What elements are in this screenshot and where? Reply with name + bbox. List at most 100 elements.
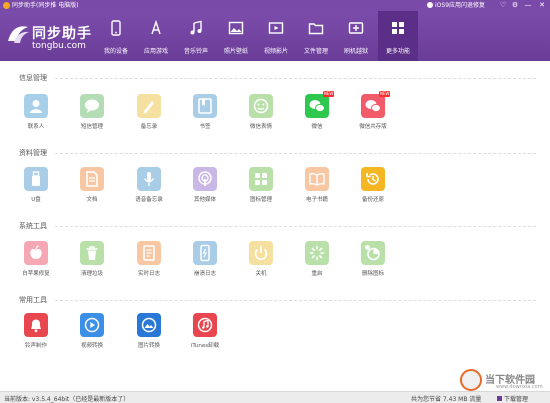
tile-ebooks[interactable]: 电子书籍 [292,167,342,209]
nav-label: 照片壁纸 [223,48,248,55]
tile-wechat[interactable]: NEW 微信 [292,91,342,136]
tile-label: 清理垃圾 [80,271,103,277]
close-button[interactable]: ✕ [537,0,547,11]
tile-contacts[interactable]: 联系人 [11,94,61,136]
section-title-data-management: 资料管理 [19,149,47,157]
downxia-logo-icon [460,369,482,391]
power-icon [249,241,273,265]
tile-label: 书签 [199,124,211,130]
nav-label: 视频影片 [263,48,288,55]
tile-label: 备份还原 [361,197,384,203]
section-title-common-tools: 常用工具 [19,296,47,304]
nav-file-management[interactable]: 文件管理 [296,11,336,61]
tile-sms-management[interactable]: 短信管理 [67,94,117,136]
tile-label: 重启 [311,271,323,277]
nav-more-features[interactable]: 更多功能 [378,11,418,61]
tile-white-apple-repair[interactable]: 白苹果修复 [11,241,61,283]
tongbu-logo-icon [8,26,29,43]
tile-label: 图片转换 [137,343,160,349]
memo-icon [137,94,161,118]
music-icon [190,20,202,35]
tile-wechat-emoji[interactable]: 微信表情 [236,94,286,136]
nav-flash-jailbreak[interactable]: 刷机越狱 [336,11,376,61]
tile-label: 白苹果修复 [22,271,50,277]
tile-label: 联系人 [27,124,45,130]
tile-video-converter[interactable]: 视频转换 [67,313,117,355]
main-content: 信息管理 联系人 短信管理 备忘录 书签 微信表情 NEW 微信 NEW 微信共… [0,61,550,391]
tile-other-media[interactable]: 其他媒体 [180,167,230,209]
tile-label: 微信共存版 [359,124,387,130]
delete-icon-icon [361,241,385,265]
ios9-crash-fix-link[interactable]: iOS9应用闪退修复 [427,1,485,10]
tile-restart[interactable]: 重启 [292,241,342,283]
tile-voice-memos[interactable]: 语音备忘录 [124,167,174,209]
tile-label: 关机 [255,271,267,277]
tile-label: iTunes卸载 [190,343,220,349]
nav-photos-wallpapers[interactable]: 照片壁纸 [216,11,256,61]
tile-image-converter[interactable]: 图片转换 [124,313,174,355]
tile-delete-icons[interactable]: 删除图标 [348,241,398,283]
nav-label: 音乐铃声 [183,48,208,55]
new-badge: NEW [323,91,335,97]
downxia-watermark: 当下软件园 www.downxia.com [460,369,548,393]
bookmark-icon [193,94,217,118]
nav-label: 我的设备 [103,48,128,55]
section-title-info-management: 信息管理 [19,74,47,82]
tile-wechat-dual[interactable]: NEW 微信共存版 [348,91,398,136]
section-divider [55,78,536,79]
usb-icon [24,167,48,191]
podcast-icon [193,167,217,191]
tile-documents[interactable]: 文档 [67,167,117,209]
title-bar: 同步助手(同步推 电脑版) iOS9应用闪退修复 ♡ ⚙ — ✕ [0,0,550,11]
folder-icon [308,23,324,35]
tile-usb-drive[interactable]: U盘 [11,167,61,209]
nav-apps-games[interactable]: 应用游戏 [136,11,176,61]
tile-crash-log[interactable]: 崩溃日志 [180,241,230,283]
tile-label: 电子书籍 [305,197,328,203]
traffic-saved-text: 共为您节省 7.43 MB 流量 [411,396,482,403]
tile-icon-management[interactable]: 图标管理 [236,167,286,209]
tile-label: 删除图标 [361,271,384,277]
nav-label: 应用游戏 [143,48,168,55]
brand-name: 同步助手 [32,26,92,42]
tile-realtime-log[interactable]: 实时日志 [124,241,174,283]
section-title-system-tools: 系统工具 [19,222,47,230]
status-bar: 当前版本: v3.5.4_64bit（已经是最新版本了） 共为您节省 7.43 … [0,391,550,403]
photo-icon [228,21,244,35]
device-icon [111,20,121,36]
nav-music-ringtones[interactable]: 音乐铃声 [176,11,216,61]
download-manager-button[interactable]: 下载管理 [497,394,528,403]
brand-logo: 同步助手 tongbu.com [6,19,102,53]
contact-icon [24,94,48,118]
window-title: 同步助手(同步推 电脑版) [12,2,79,9]
nav-videos[interactable]: 视频影片 [256,11,296,61]
tile-clean-junk[interactable]: 清理垃圾 [67,241,117,283]
message-icon [80,94,104,118]
tile-label: 视频转换 [80,343,103,349]
minimize-button[interactable]: — [523,0,533,11]
tile-ringtone-maker[interactable]: 铃声制作 [11,313,61,355]
grid-icon [392,22,404,34]
ebook-icon [305,167,329,191]
tile-shutdown[interactable]: 关机 [236,241,286,283]
new-badge: NEW [379,91,391,97]
wechat-icon [305,94,329,118]
tile-itunes-uninstall[interactable]: iTunes卸载 [180,313,230,355]
itunes-icon [193,313,217,337]
section-divider [55,300,536,301]
favorite-icon[interactable]: ♡ [498,0,508,11]
tile-bookmarks[interactable]: 书签 [180,94,230,136]
tile-label: 图标管理 [249,197,272,203]
video-icon [268,22,284,34]
header-bar: 同步助手 tongbu.com 我的设备 应用游戏 音乐铃声 照片壁纸 视频影片… [0,11,550,61]
nav-my-device[interactable]: 我的设备 [96,11,136,61]
document-icon [80,167,104,191]
settings-icon[interactable]: ⚙ [510,0,520,11]
tile-memo[interactable]: 备忘录 [124,94,174,136]
tile-backup-restore[interactable]: 备份还原 [348,167,398,209]
tile-label: 微信表情 [249,124,272,130]
tile-label: 短信管理 [80,124,103,130]
video-convert-icon [80,313,104,337]
tile-label: 实时日志 [137,271,160,277]
trash-icon [80,241,104,265]
